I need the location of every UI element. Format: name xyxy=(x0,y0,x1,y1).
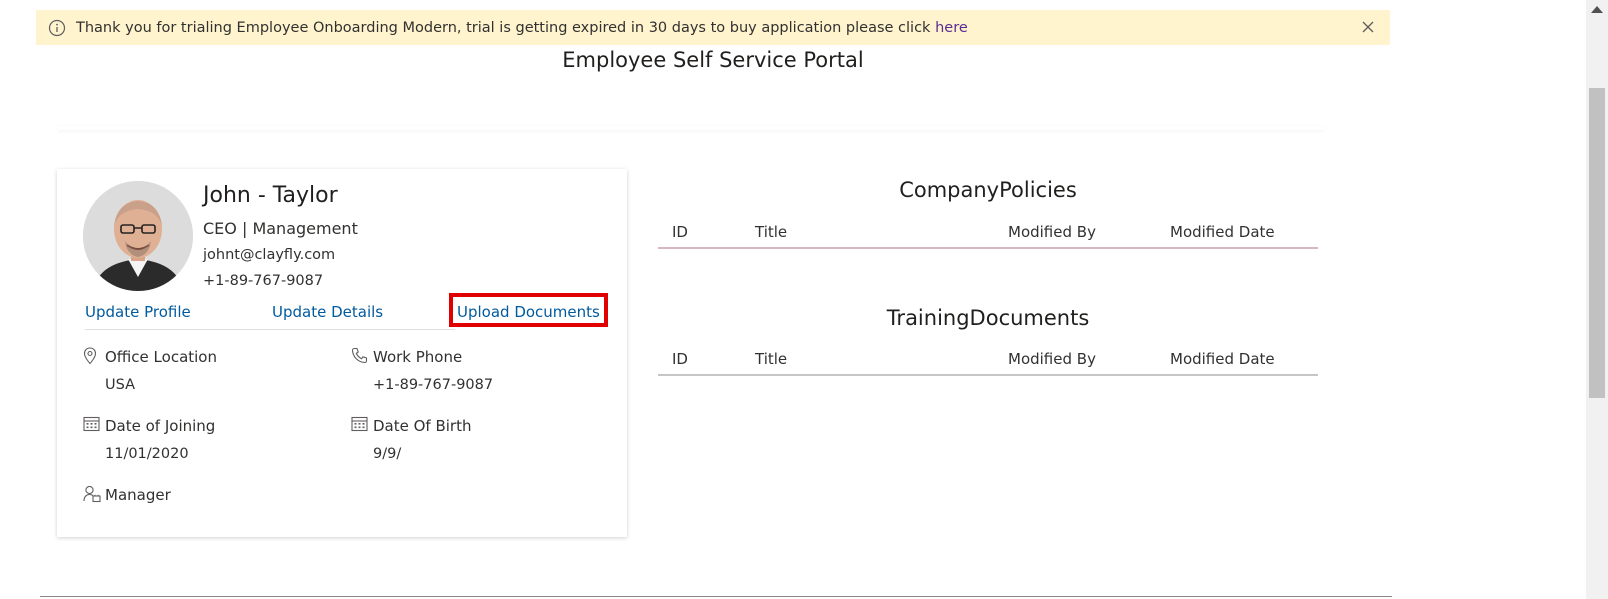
calendar-icon xyxy=(83,416,100,434)
training-documents-table-header: ID Title Modified By Modified Date xyxy=(658,342,1318,376)
scroll-up-arrow-icon[interactable] xyxy=(1591,6,1603,13)
company-policies-table-header: ID Title Modified By Modified Date xyxy=(658,215,1318,249)
upload-documents-link[interactable]: Upload Documents xyxy=(457,303,600,321)
calendar-icon xyxy=(351,416,368,434)
phone-icon xyxy=(351,347,368,365)
column-header-modified-by[interactable]: Modified By xyxy=(1008,223,1096,241)
work-phone-label: Work Phone xyxy=(373,348,463,366)
date-of-birth-value: 9/9/ xyxy=(373,446,402,462)
date-of-joining-value: 11/01/2020 xyxy=(105,446,189,462)
vertical-scrollbar[interactable] xyxy=(1586,0,1608,599)
update-details-link[interactable]: Update Details xyxy=(272,303,383,321)
column-header-modified-by[interactable]: Modified By xyxy=(1008,350,1096,368)
avatar xyxy=(83,181,193,291)
employee-name: John - Taylor xyxy=(203,183,338,208)
location-pin-icon xyxy=(83,347,99,365)
training-documents-title: TrainingDocuments xyxy=(886,306,1090,330)
close-icon[interactable] xyxy=(1360,19,1376,35)
column-header-title[interactable]: Title xyxy=(755,223,787,241)
manager-label: Manager xyxy=(105,486,171,504)
banner-message: Thank you for trialing Employee Onboardi… xyxy=(76,20,968,36)
page-title: Employee Self Service Portal xyxy=(562,48,864,72)
card-divider xyxy=(85,329,455,330)
scroll-thumb[interactable] xyxy=(1589,88,1605,398)
info-icon xyxy=(48,19,66,37)
employee-email: johnt@clayfly.com xyxy=(203,247,336,263)
footer-divider xyxy=(40,596,1392,597)
column-header-modified-date[interactable]: Modified Date xyxy=(1170,350,1275,368)
title-divider xyxy=(58,126,1324,130)
company-policies-title: CompanyPolicies xyxy=(899,178,1077,202)
employee-role: CEO | Management xyxy=(203,219,358,238)
work-phone-value: +1-89-767-9087 xyxy=(373,377,494,393)
office-location-value: USA xyxy=(105,377,136,393)
column-header-title[interactable]: Title xyxy=(755,350,787,368)
office-location-label: Office Location xyxy=(105,348,217,366)
manager-icon xyxy=(83,485,101,503)
column-header-id[interactable]: ID xyxy=(672,350,688,368)
date-of-birth-label: Date Of Birth xyxy=(373,417,472,435)
banner-message-text: Thank you for trialing Employee Onboardi… xyxy=(76,19,936,36)
profile-card: John - Taylor CEO | Management johnt@cla… xyxy=(57,169,627,537)
update-profile-link[interactable]: Update Profile xyxy=(85,303,191,321)
column-header-modified-date[interactable]: Modified Date xyxy=(1170,223,1275,241)
column-header-id[interactable]: ID xyxy=(672,223,688,241)
banner-here-link[interactable]: here xyxy=(935,20,968,36)
date-of-joining-label: Date of Joining xyxy=(105,417,216,435)
employee-phone: +1-89-767-9087 xyxy=(203,273,324,289)
trial-banner: Thank you for trialing Employee Onboardi… xyxy=(36,10,1390,45)
